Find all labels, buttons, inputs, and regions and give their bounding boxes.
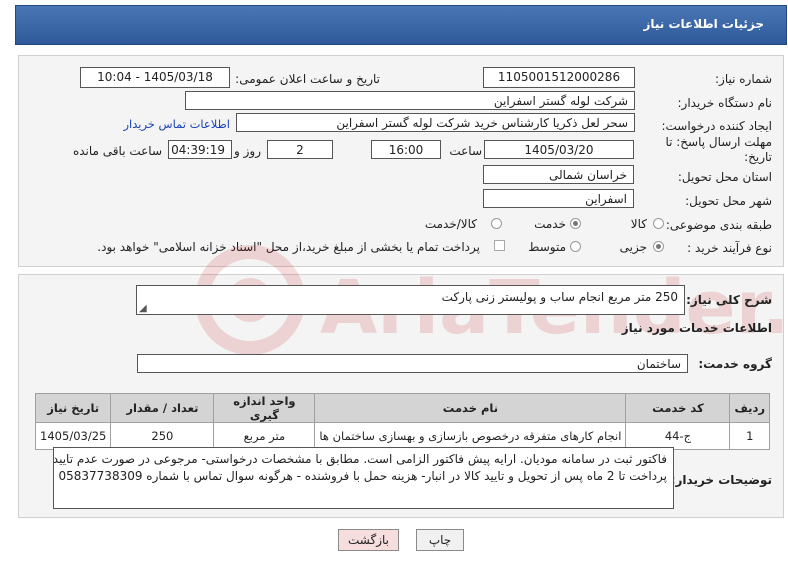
summary-label: شرح کلی نیاز: [686,293,772,307]
cell-unit: متر مربع [213,422,316,450]
treasury-checkbox[interactable] [494,240,505,251]
category-option-goods: کالا [630,217,647,231]
service-group-field: ساختمان [137,354,688,373]
process-option-minor: جزیی [619,240,647,254]
cell-row: 1 [729,422,770,450]
deadline-time-field: 16:00 [371,140,441,159]
deadline-time-label: ساعت [449,144,482,158]
col-unit-header: واحد اندازه گیری [213,393,316,423]
process-label: نوع فرآیند خرید : [687,241,772,255]
deadline-label-line1: مهلت ارسال پاسخ: تا [665,135,772,149]
requester-label: ایجاد کننده درخواست: [661,119,772,133]
days-label: روز و [234,144,261,158]
resize-grip-icon[interactable]: ◢ [139,303,147,314]
table-row[interactable]: 1 ج-44 انجام کارهای متفرقه درخصوص بازساز… [34,422,770,450]
buyer-org-field: شرکت لوله گستر اسفراین [185,91,635,110]
cell-name: انجام کارهای متفرقه درخصوص بازسازی و بهس… [314,422,627,450]
back-button[interactable]: بازگشت [338,529,399,551]
table-header-row: ردیف کد خدمت نام خدمت واحد اندازه گیری ت… [34,393,770,423]
province-field: خراسان شمالی [483,165,634,184]
announce-date-label: تاریخ و ساعت اعلان عمومی: [235,72,380,86]
deadline-label-line2: تاریخ: [744,150,772,164]
city-field: اسفراین [483,189,634,208]
announce-date-field: 1405/03/18 - 10:04 [80,67,230,88]
remaining-time-field: 04:39:19 [168,140,232,159]
category-label: طبقه بندی موضوعی: [665,218,772,232]
col-row-header: ردیف [729,393,770,423]
col-code-header: کد خدمت [625,393,731,423]
page-title: جزئیات اطلاعات نیاز [643,17,764,31]
buyer-org-label: نام دستگاه خریدار: [677,96,773,110]
cell-qty: 250 [110,422,215,450]
category-option-goods-service: کالا/خدمت [424,217,477,231]
province-label: استان محل تحویل: [677,170,772,184]
days-field: 2 [267,140,333,159]
remaining-label: ساعت باقی مانده [72,144,162,158]
services-table: ردیف کد خدمت نام خدمت واحد اندازه گیری ت… [34,393,770,450]
need-number-field: 1105001512000286 [483,67,635,88]
category-option-service: خدمت [534,217,566,231]
category-radio-service[interactable] [570,218,581,229]
print-button[interactable]: چاپ [416,529,464,551]
process-radio-medium[interactable] [570,241,581,252]
city-label: شهر محل تحویل: [685,194,772,208]
col-name-header: نام خدمت [314,393,627,423]
need-number-label: شماره نیاز: [715,72,772,86]
page-header: جزئیات اطلاعات نیاز [15,5,787,45]
buyer-notes-line1: فاکتور ثبت در سامانه مودیان. ارایه پیش ف… [53,452,667,466]
category-radio-goods[interactable] [653,218,664,229]
deadline-date-field: 1405/03/20 [484,140,634,159]
category-radio-goods-service[interactable] [491,218,502,229]
cell-date: 1405/03/25 [34,422,112,450]
summary-field: 250 متر مربع انجام ساب و پولیستر زنی پار… [136,285,685,315]
process-option-medium: متوسط [528,240,566,254]
col-qty-header: تعداد / مقدار [110,393,215,423]
requester-field: سحر لعل ذکریا کارشناس خرید شرکت لوله گست… [236,113,635,132]
cell-code: ج-44 [625,422,731,450]
treasury-note: پرداخت تمام یا بخشی از مبلغ خرید،از محل … [97,240,480,254]
buyer-contact-link[interactable]: اطلاعات تماس خریدار [123,117,230,131]
service-group-label: گروه خدمت: [698,357,772,371]
buyer-notes-line2: پرداخت تا 2 ماه پس از تحویل و تایید کالا… [58,469,668,483]
services-section-title: اطلاعات خدمات مورد نیاز [621,321,772,335]
col-date-header: تاریخ نیاز [34,393,112,423]
process-radio-minor[interactable] [653,241,664,252]
buyer-notes-label: توضیحات خریدار: [670,473,772,487]
buyer-notes-field: فاکتور ثبت در سامانه مودیان. ارایه پیش ف… [53,447,674,509]
